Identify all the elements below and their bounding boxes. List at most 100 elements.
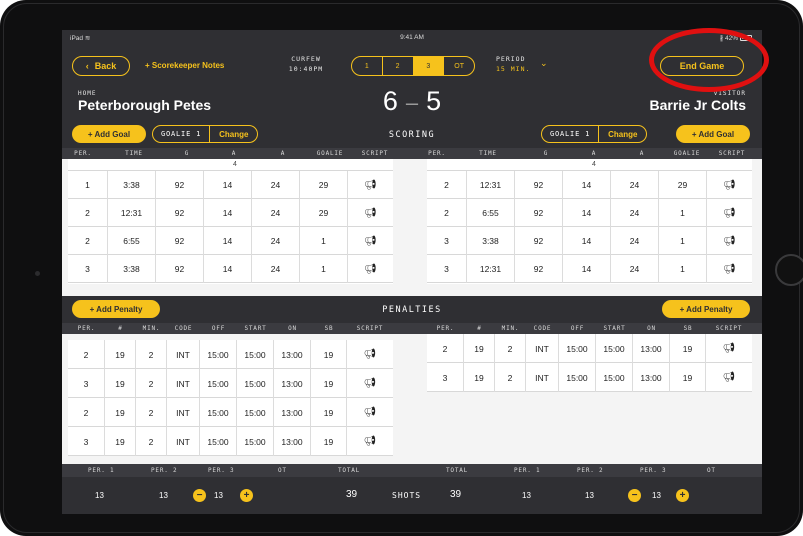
- table-row[interactable]: 3 19 2 INT 15:00 15:00 13:00 19 📢︎: [68, 369, 393, 398]
- home-shots-increment-button[interactable]: +: [240, 489, 253, 502]
- home-shots-p3[interactable]: 13: [214, 491, 223, 500]
- script-cell[interactable]: 📢︎: [707, 171, 752, 199]
- table-cell: 92: [515, 199, 563, 227]
- col-per: PER.: [74, 150, 92, 157]
- script-cell[interactable]: 📢︎: [706, 363, 752, 392]
- col-time: TIME: [479, 150, 497, 157]
- megaphone-icon[interactable]: 📢︎: [723, 343, 736, 354]
- penalties-area: 2 19 2 INT 15:00 15:00 13:00 19 📢︎ 3 19 2 INT 15:00 15…: [62, 334, 762, 464]
- table-row[interactable]: 2 19 2 INT 15:00 15:00 13:00 19 📢︎: [68, 398, 393, 427]
- visitor-shots-increment-button[interactable]: +: [676, 489, 689, 502]
- megaphone-icon[interactable]: 📢︎: [723, 372, 736, 383]
- script-cell[interactable]: 📢︎: [706, 334, 752, 363]
- table-cell: 29: [659, 171, 707, 199]
- script-cell[interactable]: 📢︎: [707, 199, 752, 227]
- megaphone-icon[interactable]: 📢︎: [364, 436, 377, 447]
- back-button[interactable]: ‹ Back: [72, 56, 130, 76]
- table-row[interactable]: 1 3:38 92 14 24 29 📢︎: [68, 171, 393, 199]
- table-row[interactable]: 3 3:38 92 14 24 1 📢︎: [68, 255, 393, 283]
- script-cell[interactable]: 📢︎: [348, 227, 393, 255]
- period-button-ot[interactable]: OT: [444, 57, 474, 75]
- table-cell: 1: [300, 227, 348, 255]
- table-cell: INT: [167, 340, 200, 369]
- visitor-shots-p2[interactable]: 13: [585, 491, 594, 500]
- script-cell[interactable]: 📢︎: [347, 398, 393, 427]
- home-button[interactable]: [775, 254, 803, 286]
- table-row[interactable]: 3 19 2 INT 15:00 15:00 13:00 19 📢︎: [427, 363, 752, 392]
- curfew-value: 10:40PM: [288, 65, 324, 73]
- megaphone-icon[interactable]: 📢︎: [364, 349, 377, 360]
- table-row[interactable]: 2 12:31 92 14 24 29 📢︎: [68, 199, 393, 227]
- megaphone-icon[interactable]: 📢︎: [723, 208, 736, 219]
- table-row[interactable]: 3 3:38 92 14 24 1 📢︎: [427, 227, 752, 255]
- home-shots-p2[interactable]: 13: [159, 491, 168, 500]
- table-cell: 15:00: [200, 369, 237, 398]
- table-cell: 3: [427, 255, 467, 283]
- col-goal: G: [543, 150, 549, 157]
- home-scoring-table[interactable]: 4 1 3:38 92 14 24 29 📢︎ 2 12:31 92 14 24 29 📢︎ 2 6:55 92…: [68, 159, 393, 284]
- megaphone-icon[interactable]: 📢︎: [364, 378, 377, 389]
- visitor-score: 5: [426, 86, 442, 116]
- table-row[interactable]: 2 12:31 92 14 24 29 📢︎: [427, 171, 752, 199]
- visitor-shots-total: 39: [450, 489, 462, 500]
- camera: [35, 271, 40, 276]
- chevron-left-icon: ‹: [85, 61, 89, 71]
- visitor-goalie-change-button[interactable]: Change: [599, 126, 646, 142]
- shots-label: SHOTS: [392, 491, 422, 500]
- table-row[interactable]: 3 12:31 92 14 24 1 📢︎: [427, 255, 752, 283]
- visitor-scoring-table[interactable]: 4 2 12:31 92 14 24 29 📢︎ 2 6:55 92 14 24 1 📢︎ 3 3:38 92 1…: [427, 159, 752, 284]
- penalties-header: PER. # MIN. CODE OFF START ON SB SCRIPT PER. # MIN.…: [62, 323, 762, 334]
- visitor-shots-p3[interactable]: 13: [652, 491, 661, 500]
- table-cell: 24: [252, 255, 300, 283]
- table-cell: 3: [68, 427, 105, 456]
- megaphone-icon[interactable]: 📢︎: [364, 236, 377, 247]
- script-cell[interactable]: 📢︎: [347, 340, 393, 369]
- script-cell[interactable]: 📢︎: [707, 255, 752, 283]
- table-cell: 14: [563, 171, 611, 199]
- table-row[interactable]: 2 6:55 92 14 24 1 📢︎: [68, 227, 393, 255]
- period-button-3[interactable]: 3: [413, 57, 445, 75]
- table-cell: 19: [311, 398, 347, 427]
- script-cell[interactable]: 📢︎: [348, 199, 393, 227]
- table-row[interactable]: 2 19 2 INT 15:00 15:00 13:00 19 📢︎: [68, 340, 393, 369]
- table-row[interactable]: 2 6:55 92 14 24 1 📢︎: [427, 199, 752, 227]
- col-assist-2: A: [280, 150, 286, 157]
- chevron-down-icon[interactable]: ⌄: [540, 58, 548, 69]
- visitor-shots-decrement-button[interactable]: −: [628, 489, 641, 502]
- table-cell: 15:00: [237, 340, 274, 369]
- add-penalty-visitor-button[interactable]: + Add Penalty: [662, 300, 750, 318]
- home-penalties-table[interactable]: 2 19 2 INT 15:00 15:00 13:00 19 📢︎ 3 19 2 INT 15:00 15…: [68, 340, 393, 456]
- penalty-col-header: OFF: [570, 325, 585, 332]
- period-button-1[interactable]: 1: [352, 57, 383, 75]
- script-cell[interactable]: 📢︎: [348, 255, 393, 283]
- period-length-value[interactable]: 15 MIN.: [496, 65, 546, 73]
- megaphone-icon[interactable]: 📢︎: [364, 264, 377, 275]
- visitor-penalties-table[interactable]: 2 19 2 INT 15:00 15:00 13:00 19 📢︎ 3 19 2 INT 15:00 15…: [427, 334, 752, 392]
- table-cell: 3:38: [108, 171, 156, 199]
- script-cell[interactable]: 📢︎: [347, 427, 393, 456]
- table-cell: 14: [563, 255, 611, 283]
- megaphone-icon[interactable]: 📢︎: [723, 236, 736, 247]
- megaphone-icon[interactable]: 📢︎: [364, 407, 377, 418]
- period-button-2[interactable]: 2: [383, 57, 414, 75]
- home-shots-p1[interactable]: 13: [95, 491, 104, 500]
- script-cell[interactable]: 📢︎: [348, 171, 393, 199]
- table-cell: 24: [611, 199, 659, 227]
- megaphone-icon[interactable]: 📢︎: [723, 180, 736, 191]
- col-assist-1: A: [591, 150, 597, 157]
- visitor-goalie-label: GOALIE 1: [542, 126, 600, 142]
- add-goal-visitor-button[interactable]: + Add Goal: [676, 125, 750, 143]
- home-shots-decrement-button[interactable]: −: [193, 489, 206, 502]
- penalty-col-header: OFF: [211, 325, 226, 332]
- script-cell[interactable]: 📢︎: [347, 369, 393, 398]
- visitor-shots-p1[interactable]: 13: [522, 491, 531, 500]
- table-cell: INT: [167, 369, 200, 398]
- table-row[interactable]: 2 19 2 INT 15:00 15:00 13:00 19 📢︎: [427, 334, 752, 363]
- megaphone-icon[interactable]: 📢︎: [364, 180, 377, 191]
- script-cell[interactable]: 📢︎: [707, 227, 752, 255]
- megaphone-icon[interactable]: 📢︎: [364, 208, 377, 219]
- scorekeeper-notes-link[interactable]: + Scorekeeper Notes: [145, 61, 224, 70]
- shots-col-total: TOTAL: [338, 467, 361, 474]
- megaphone-icon[interactable]: 📢︎: [723, 264, 736, 275]
- table-row[interactable]: 3 19 2 INT 15:00 15:00 13:00 19 📢︎: [68, 427, 393, 456]
